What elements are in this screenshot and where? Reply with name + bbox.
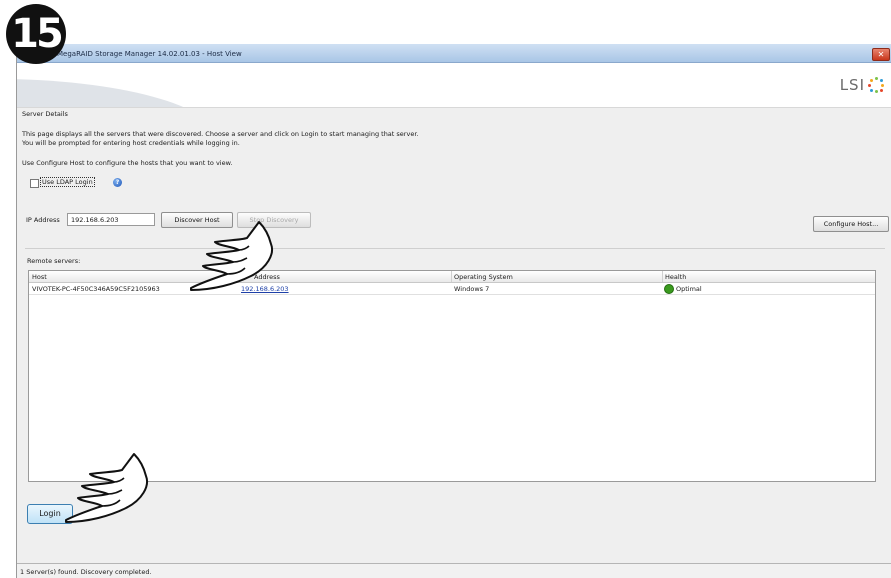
pointing-hand-icon [65, 453, 148, 523]
status-text: 1 Server(s) found. Discovery completed. [20, 568, 152, 576]
column-header-health[interactable]: Health [665, 273, 686, 281]
column-header-host[interactable]: Host [32, 273, 47, 281]
description-text: You will be prompted for entering host c… [22, 139, 240, 147]
ldap-login-label[interactable]: Use LDAP Login [40, 177, 95, 187]
ip-address-label: IP Address [26, 216, 60, 224]
logo-text: LSI [839, 76, 865, 94]
configure-hint: Use Configure Host to configure the host… [22, 159, 233, 167]
header-banner: LSI [17, 63, 891, 108]
window-title: MegaRAID Storage Manager 14.02.01.03 - H… [57, 50, 242, 58]
ldap-login-checkbox[interactable] [30, 179, 39, 188]
configure-host-button[interactable]: Configure Host... [813, 216, 889, 232]
table-row[interactable]: VIVOTEK-PC-4F50C346A59C5F2105963 192.168… [29, 283, 875, 295]
pointing-hand-icon [190, 221, 273, 291]
health-status-icon [664, 284, 674, 294]
help-icon[interactable]: ? [113, 178, 122, 187]
ip-address-input[interactable]: 192.168.6.203 [67, 213, 155, 226]
row-host[interactable]: VIVOTEK-PC-4F50C346A59C5F2105963 [32, 285, 160, 293]
row-os[interactable]: Windows 7 [454, 285, 489, 293]
title-bar: MegaRAID Storage Manager 14.02.01.03 - H… [17, 44, 891, 63]
row-health-label: Optimal [676, 285, 702, 293]
header-decoration [17, 79, 217, 107]
section-label: Server Details [22, 110, 68, 118]
column-header-os[interactable]: Operating System [454, 273, 513, 281]
logo-burst-icon [868, 77, 884, 93]
close-icon[interactable]: ✕ [872, 48, 890, 61]
step-number-badge: 15 [6, 4, 66, 64]
lsi-logo: LSI [840, 76, 884, 94]
remote-servers-label: Remote servers: [27, 257, 81, 265]
table-header: Host Address Operating System Health [29, 271, 875, 283]
description-text: This page displays all the servers that … [22, 130, 419, 138]
status-bar: 1 Server(s) found. Discovery completed. [17, 563, 891, 578]
